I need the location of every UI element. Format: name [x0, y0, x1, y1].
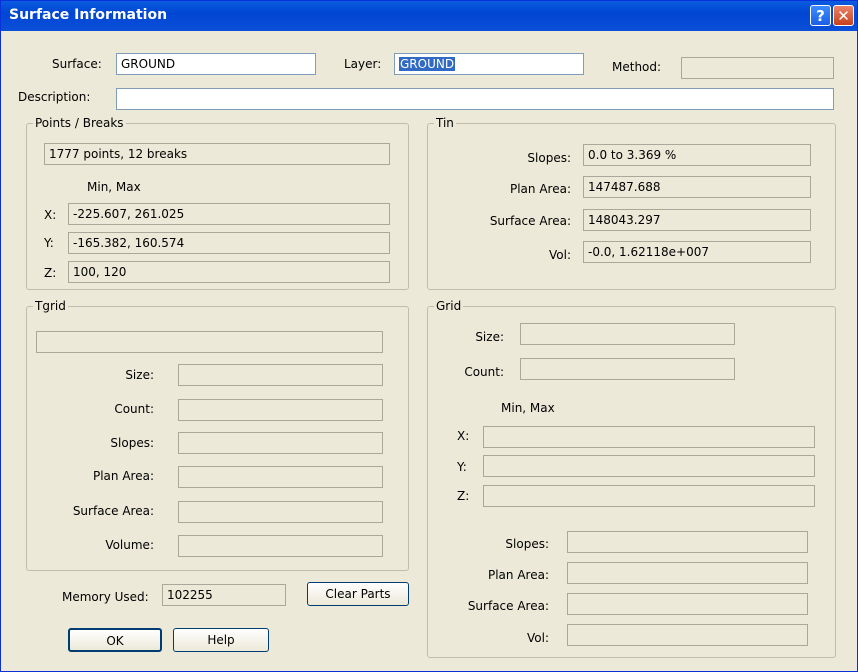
tin-title: Tin [434, 116, 456, 130]
tgrid-plan-area-field [178, 466, 383, 488]
layer-label: Layer: [344, 57, 382, 71]
points-x-label: X: [44, 208, 57, 222]
tgrid-surface-area-field [178, 501, 383, 523]
close-icon: ✕ [837, 7, 850, 25]
grid-surface-area-label: Surface Area: [467, 599, 549, 613]
help-icon: ? [816, 7, 825, 25]
tgrid-count-label: Count: [114, 402, 154, 416]
points-z-label: Z: [44, 266, 57, 280]
points-summary: 1777 points, 12 breaks [44, 143, 390, 165]
tin-vol-label: Vol: [549, 248, 571, 262]
tgrid-slopes-label: Slopes: [110, 436, 154, 450]
layer-input-value: GROUND [399, 57, 456, 71]
title-bar[interactable]: Surface Information ? ✕ [1, 1, 857, 31]
help-button[interactable]: Help [173, 628, 269, 652]
grid-plan-area-label: Plan Area: [487, 568, 549, 582]
tgrid-size-field [178, 364, 383, 386]
grid-minmax-label: Min, Max [501, 401, 555, 415]
clear-parts-button[interactable]: Clear Parts [307, 582, 409, 606]
tgrid-volume-field [178, 535, 383, 557]
grid-x-field [483, 426, 815, 448]
grid-y-field [483, 455, 815, 477]
ok-button[interactable]: OK [68, 628, 162, 652]
description-input[interactable] [116, 88, 834, 110]
points-z-value: 100, 120 [68, 261, 390, 283]
grid-y-label: Y: [457, 460, 467, 474]
tgrid-size-label: Size: [125, 368, 154, 382]
grid-count-label: Count: [464, 365, 504, 379]
grid-size-label: Size: [475, 330, 504, 344]
grid-z-label: Z: [457, 489, 470, 503]
tin-vol-value: -0.0, 1.62118e+007 [583, 241, 811, 263]
method-field [681, 57, 834, 79]
close-button[interactable]: ✕ [833, 5, 854, 26]
surface-input[interactable]: GROUND [116, 53, 316, 75]
points-minmax-label: Min, Max [87, 180, 141, 194]
memory-used-value: 102255 [162, 584, 286, 606]
tin-slopes-value: 0.0 to 3.369 % [583, 144, 811, 166]
grid-slopes-label: Slopes: [505, 537, 549, 551]
grid-count-field [520, 358, 735, 380]
tgrid-top-field [36, 331, 383, 353]
tin-slopes-label: Slopes: [527, 151, 571, 165]
memory-used-label: Memory Used: [62, 590, 149, 604]
points-x-value: -225.607, 261.025 [68, 203, 390, 225]
tin-surface-area-value: 148043.297 [583, 209, 811, 231]
tin-plan-area-label: Plan Area: [509, 182, 571, 196]
tin-plan-area-value: 147487.688 [583, 176, 811, 198]
grid-vol-field [567, 624, 808, 646]
grid-plan-area-field [567, 562, 808, 584]
grid-title: Grid [434, 299, 464, 313]
window-title: Surface Information [9, 7, 168, 23]
tgrid-surface-area-label: Surface Area: [72, 504, 154, 518]
method-label: Method: [612, 60, 662, 74]
tgrid-slopes-field [178, 432, 383, 454]
surface-label: Surface: [52, 57, 102, 71]
grid-vol-label: Vol: [527, 631, 549, 645]
layer-input[interactable]: GROUND [394, 53, 584, 75]
points-y-label: Y: [44, 236, 54, 250]
grid-x-label: X: [457, 429, 470, 443]
tgrid-count-field [178, 399, 383, 421]
help-title-button[interactable]: ? [810, 5, 831, 26]
description-label: Description: [18, 90, 91, 104]
surface-information-dialog: Surface Information ? ✕ Surface: GROUND … [0, 0, 858, 672]
points-y-value: -165.382, 160.574 [68, 232, 390, 254]
tgrid-title: Tgrid [33, 299, 68, 313]
tgrid-plan-area-label: Plan Area: [92, 469, 154, 483]
grid-z-field [483, 485, 815, 507]
grid-size-field [520, 323, 735, 345]
tin-surface-area-label: Surface Area: [489, 214, 571, 228]
points-breaks-title: Points / Breaks [33, 116, 126, 130]
grid-surface-area-field [567, 593, 808, 615]
tgrid-volume-label: Volume: [105, 538, 154, 552]
grid-slopes-field [567, 531, 808, 553]
